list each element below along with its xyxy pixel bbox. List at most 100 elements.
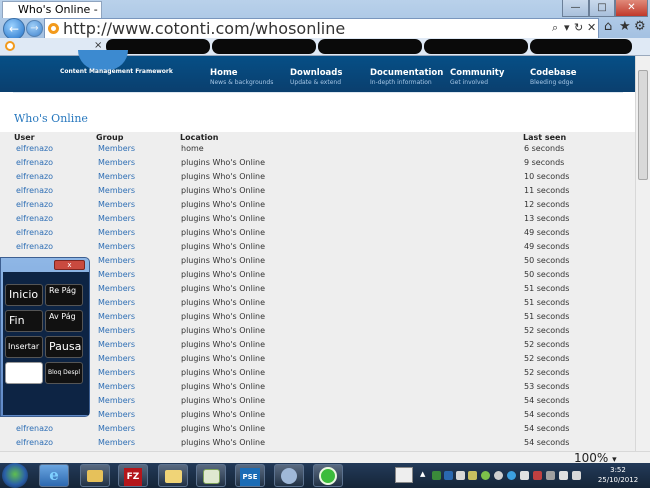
key-insertar[interactable]: Insertar	[5, 336, 43, 358]
row-last-seen: 51 seconds	[524, 298, 570, 307]
nav-title: Codebase	[530, 68, 577, 78]
close-window-button[interactable]: ✕	[615, 0, 648, 17]
row-user-link[interactable]: elfrenazo	[16, 240, 53, 254]
row-group-link[interactable]: Members	[98, 142, 135, 156]
tray-icon-2[interactable]	[444, 471, 453, 480]
search-icon[interactable]: ⌕	[552, 21, 558, 35]
row-group-link[interactable]: Members	[98, 184, 135, 198]
row-user-link[interactable]: elfrenazo	[16, 198, 53, 212]
tray-icon-3[interactable]	[456, 471, 465, 480]
row-group-link[interactable]: Members	[98, 198, 135, 212]
row-group-link[interactable]: Members	[98, 338, 135, 352]
row-group-link[interactable]: Members	[98, 170, 135, 184]
tray-icon-1[interactable]	[432, 471, 441, 480]
nav-documentation[interactable]: Documentation In-depth information	[370, 68, 443, 86]
favorites-icon[interactable]: ★	[619, 19, 631, 34]
row-group-link[interactable]: Members	[98, 296, 135, 310]
row-location: plugins Who's Online	[181, 228, 266, 237]
row-group-link[interactable]: Members	[98, 436, 135, 450]
row-group-link[interactable]: Members	[98, 226, 135, 240]
key-pausa[interactable]: Pausa	[45, 336, 83, 358]
maximize-button[interactable]: □	[589, 0, 615, 17]
table-row: elfrenazoMembersplugins Who's Online52 s…	[0, 338, 635, 352]
show-hidden-icons[interactable]: ▲	[420, 470, 425, 478]
tray-icon-10[interactable]	[546, 471, 555, 480]
row-group-link[interactable]: Members	[98, 366, 135, 380]
keyboard-pane: Inicio Re Pág Fin Av Pág Insertar Pausa …	[3, 272, 89, 415]
network-icon[interactable]	[559, 471, 568, 480]
address-dropdown-icon[interactable]: ▾	[564, 21, 570, 34]
keyboard-close-button[interactable]: x	[54, 260, 85, 270]
nav-subtitle: News & backgrounds	[210, 79, 274, 86]
row-group-link[interactable]: Members	[98, 282, 135, 296]
forward-button[interactable]: →	[26, 20, 43, 37]
table-row: elfrenazoMembersplugins Who's Online52 s…	[0, 324, 635, 338]
row-location: plugins Who's Online	[181, 410, 266, 419]
sticky-notes-icon[interactable]	[395, 467, 413, 483]
row-user-link[interactable]: elfrenazo	[16, 156, 53, 170]
nav-title: Home	[210, 68, 238, 78]
row-group-link[interactable]: Members	[98, 268, 135, 282]
nav-title: Documentation	[370, 68, 444, 78]
volume-icon[interactable]	[572, 471, 581, 480]
refresh-icon[interactable]: ↻	[574, 21, 583, 34]
row-group-link[interactable]: Members	[98, 310, 135, 324]
redacted-tab	[424, 39, 528, 54]
address-bar[interactable]: http://www.cotonti.com/whosonline	[44, 18, 599, 39]
home-icon[interactable]: ⌂	[604, 19, 612, 34]
taskbar-folder[interactable]	[158, 464, 188, 487]
taskbar-photoshop-elements[interactable]: PSE	[235, 464, 265, 487]
row-user-link[interactable]: elfrenazo	[16, 184, 53, 198]
tray-icon-6[interactable]	[494, 471, 503, 480]
row-user-link[interactable]: elfrenazo	[16, 436, 53, 450]
row-last-seen: 51 seconds	[524, 312, 570, 321]
scrollbar-thumb[interactable]	[638, 70, 648, 180]
tray-icon-7[interactable]	[507, 471, 516, 480]
row-group-link[interactable]: Members	[98, 408, 135, 422]
taskbar-app[interactable]	[196, 464, 226, 487]
row-group-link[interactable]: Members	[98, 156, 135, 170]
row-user-link[interactable]: elfrenazo	[16, 422, 53, 436]
flag-icon[interactable]	[533, 471, 542, 480]
taskbar-file-explorer[interactable]	[80, 464, 110, 487]
page-title-box: Who's Online	[13, 92, 623, 132]
key-fin[interactable]: Fin	[5, 310, 43, 332]
row-user-link[interactable]: elfrenazo	[16, 170, 53, 184]
row-group-link[interactable]: Members	[98, 324, 135, 338]
row-group-link[interactable]: Members	[98, 422, 135, 436]
taskbar-clock[interactable]: 3:52 25/10/2012	[588, 465, 648, 485]
row-last-seen: 9 seconds	[524, 158, 565, 167]
nav-community[interactable]: Community Get involved	[450, 68, 504, 86]
row-group-link[interactable]: Members	[98, 212, 135, 226]
key-bloq-despl[interactable]: Bloq Despl	[45, 362, 83, 384]
tab-whos-online[interactable]: Who's Online - ...	[2, 1, 102, 18]
key-blank[interactable]	[5, 362, 43, 384]
row-group-link[interactable]: Members	[98, 240, 135, 254]
minimize-button[interactable]: —	[562, 0, 589, 17]
tray-icon-8[interactable]	[520, 471, 529, 480]
tray-icon-4[interactable]	[468, 471, 477, 480]
nav-home[interactable]: Home News & backgrounds	[210, 68, 273, 86]
row-group-link[interactable]: Members	[98, 254, 135, 268]
row-user-link[interactable]: elfrenazo	[16, 226, 53, 240]
back-button[interactable]: ←	[3, 18, 25, 40]
row-user-link[interactable]: elfrenazo	[16, 142, 53, 156]
tray-icon-5[interactable]	[481, 471, 490, 480]
taskbar-control-panel[interactable]	[274, 464, 304, 487]
taskbar-green-app[interactable]	[313, 464, 343, 487]
nav-downloads[interactable]: Downloads Update & extend	[290, 68, 342, 86]
row-group-link[interactable]: Members	[98, 394, 135, 408]
taskbar-filezilla[interactable]: FZ	[118, 464, 148, 487]
row-user-link[interactable]: elfrenazo	[16, 212, 53, 226]
start-button[interactable]	[2, 463, 28, 488]
nav-codebase[interactable]: Codebase Bleeding edge	[530, 68, 577, 86]
key-re-pag[interactable]: Re Pág	[45, 284, 83, 306]
row-group-link[interactable]: Members	[98, 380, 135, 394]
row-group-link[interactable]: Members	[98, 352, 135, 366]
key-av-pag[interactable]: Av Pág	[45, 310, 83, 332]
row-last-seen: 51 seconds	[524, 284, 570, 293]
taskbar-internet-explorer[interactable]: e	[39, 464, 69, 487]
stop-icon[interactable]: ✕	[587, 21, 596, 34]
tools-gear-icon[interactable]: ⚙	[634, 19, 646, 34]
key-inicio[interactable]: Inicio	[5, 284, 43, 306]
